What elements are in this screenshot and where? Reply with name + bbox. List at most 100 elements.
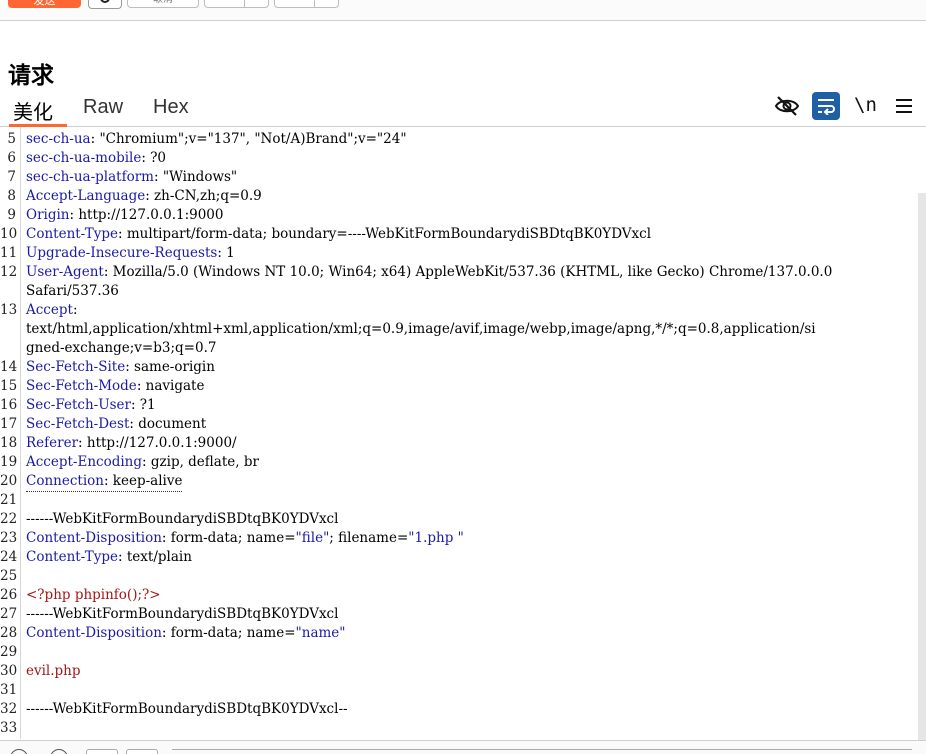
header-value: : multipart/form-data; boundary=----WebK…	[118, 226, 652, 242]
tab-pretty[interactable]: 美化	[13, 96, 53, 125]
header-name: sec-ch-ua-platform	[26, 169, 154, 185]
line-number: 13	[0, 302, 18, 318]
line-number: 31	[0, 682, 18, 698]
header-name: Accept-Encoding	[26, 454, 143, 470]
settings-icon[interactable]	[50, 749, 68, 754]
header-value: : form-data; name=	[161, 530, 296, 546]
show-newlines-button[interactable]: \n	[854, 94, 877, 116]
header-value: : document	[129, 416, 207, 432]
string-literal: "file"	[295, 530, 330, 546]
header-value: : ?1	[130, 397, 156, 413]
line-number: 14	[0, 359, 18, 375]
back-history-button[interactable]	[204, 0, 269, 8]
line-number: 19	[0, 454, 18, 470]
header-value: : form-data; name=	[161, 625, 296, 641]
code-line: 5 sec-ch-ua: "Chromium";v="137", "Not/A)B…	[0, 130, 918, 149]
tab-raw[interactable]: Raw	[83, 96, 123, 119]
header-name: Content-Disposition	[26, 625, 162, 641]
line-number: 10	[0, 226, 18, 242]
header-value: :	[72, 302, 78, 318]
line-content: User-Agent: Mozilla/5.0 (Windows NT 10.0…	[26, 263, 832, 282]
forward-history-button[interactable]	[274, 0, 339, 8]
header-value: : Mozilla/5.0 (Windows NT 10.0; Win64; x…	[103, 264, 833, 280]
line-number: 24	[0, 549, 18, 565]
line-content: Accept-Encoding: gzip, deflate, br	[26, 453, 259, 472]
code-line: 11 Upgrade-Insecure-Requests: 1	[0, 244, 918, 263]
line-number: 25	[0, 568, 18, 584]
line-content: Upgrade-Insecure-Requests: 1	[26, 244, 235, 263]
header-value: : keep-alive	[103, 473, 183, 489]
line-content: text/html,application/xhtml+xml,applicat…	[26, 320, 816, 339]
search-input[interactable]	[172, 749, 912, 754]
code-line: 18 Referer: http://127.0.0.1:9000/	[0, 434, 918, 453]
menu-icon	[896, 99, 912, 113]
code-line: Safari/537.36	[0, 282, 918, 301]
line-content: sec-ch-ua-platform: "Windows"	[26, 168, 237, 187]
header-value: : "Chromium";v="137", "Not/A)Brand";v="2…	[90, 131, 407, 147]
code-line: 28 Content-Disposition: form-data; name="…	[0, 624, 918, 643]
line-number: 28	[0, 625, 18, 641]
header-value: : ?0	[141, 150, 167, 166]
line-content: sec-ch-ua: "Chromium";v="137", "Not/A)Br…	[26, 130, 407, 149]
line-content: Content-Type: multipart/form-data; bound…	[26, 225, 651, 244]
code-line: 21	[0, 491, 918, 510]
settings-button[interactable]	[88, 0, 122, 9]
code-line: 32 ------WebKitFormBoundarydiSBDtqBK0YDVx…	[0, 700, 918, 719]
code-line: 33	[0, 719, 918, 738]
header-name: Content-Disposition	[26, 530, 162, 546]
panel-title: 请求	[8, 62, 54, 88]
line-content: Sec-Fetch-Dest: document	[26, 415, 206, 434]
send-button[interactable]: 发送	[8, 0, 81, 8]
header-name: Upgrade-Insecure-Requests	[26, 245, 218, 261]
help-icon[interactable]	[10, 749, 28, 754]
word-wrap-button[interactable]	[812, 92, 840, 120]
code-line: 15 Sec-Fetch-Mode: navigate	[0, 377, 918, 396]
code-line: gned-exchange;v=b3;q=0.7	[0, 339, 918, 358]
line-number: 32	[0, 701, 18, 717]
line-content: Accept-Language: zh-CN,zh;q=0.9	[26, 187, 262, 206]
code-line: 17 Sec-Fetch-Dest: document	[0, 415, 918, 434]
next-match-button[interactable]	[126, 749, 158, 754]
line-number: 21	[0, 492, 18, 508]
header-name: Sec-Fetch-Mode	[26, 378, 137, 394]
code-line: 20 Connection: keep-alive	[0, 472, 918, 492]
tab-hex[interactable]: Hex	[153, 96, 189, 119]
string-literal: "name"	[295, 625, 346, 641]
cancel-button[interactable]: 取消	[127, 0, 199, 8]
line-number: 20	[0, 473, 18, 489]
code-line: 25	[0, 567, 918, 586]
code-line: 30 evil.php	[0, 662, 918, 681]
code-line: 26 <?php phpinfo();?>	[0, 586, 918, 605]
line-number: 8	[7, 188, 16, 204]
header-value: gned-exchange;v=b3;q=0.7	[26, 340, 217, 356]
header-name: Content-Type	[26, 226, 119, 242]
header-value: ------WebKitFormBoundarydiSBDtqBK0YDVxcl…	[26, 701, 348, 717]
header-name: User-Agent	[26, 264, 104, 280]
code-line: 22 ------WebKitFormBoundarydiSBDtqBK0YDVx…	[0, 510, 918, 529]
line-number: 22	[0, 511, 18, 527]
header-name: sec-ch-ua-mobile	[26, 150, 142, 166]
line-number: 29	[0, 644, 18, 660]
line-content: Origin: http://127.0.0.1:9000	[26, 206, 223, 225]
code-line: 7 sec-ch-ua-platform: "Windows"	[0, 168, 918, 187]
line-number: 27	[0, 606, 18, 622]
code-line: 12 User-Agent: Mozilla/5.0 (Windows NT 10…	[0, 263, 918, 282]
header-name: Accept-Language	[26, 188, 146, 204]
header-value: : same-origin	[125, 359, 215, 375]
eye-off-icon	[774, 96, 800, 116]
hide-nonprinting-button[interactable]	[773, 92, 801, 120]
header-value: ; filename=	[329, 530, 409, 546]
header-value: ------WebKitFormBoundarydiSBDtqBK0YDVxcl	[26, 511, 339, 527]
editor-menu-button[interactable]	[890, 92, 918, 120]
code-line: 10 Content-Type: multipart/form-data; bou…	[0, 225, 918, 244]
code-line: 27 ------WebKitFormBoundarydiSBDtqBK0YDVx…	[0, 605, 918, 624]
code-line: 8 Accept-Language: zh-CN,zh;q=0.9	[0, 187, 918, 206]
line-content: ------WebKitFormBoundarydiSBDtqBK0YDVxcl…	[26, 700, 348, 719]
editor-scrollbar[interactable]	[918, 193, 926, 740]
code-line: 6 sec-ch-ua-mobile: ?0	[0, 149, 918, 168]
header-value: : "Windows"	[153, 169, 238, 185]
prev-match-button[interactable]	[86, 749, 118, 754]
request-editor[interactable]: 5 sec-ch-ua: "Chromium";v="137", "Not/A)B…	[0, 127, 918, 739]
header-name: Accept	[26, 302, 73, 318]
line-number: 33	[0, 720, 18, 736]
